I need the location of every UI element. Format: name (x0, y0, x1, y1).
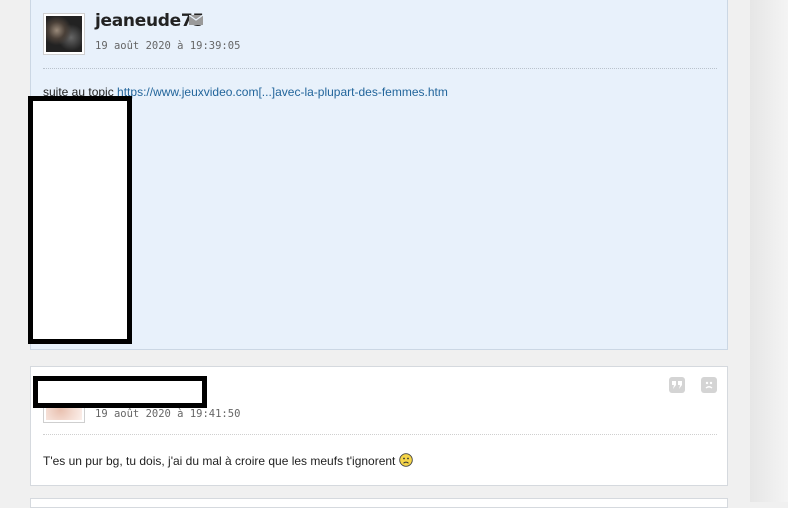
sad-smiley-icon (399, 453, 414, 467)
post-timestamp[interactable]: 19 août 2020 à 19:41:50 (95, 408, 240, 420)
report-button[interactable] (701, 377, 717, 393)
post-message: T'es un pur bg, tu dois, j'ai du mal à c… (43, 453, 414, 468)
avatar[interactable] (43, 13, 85, 55)
page-gutter (750, 0, 788, 502)
divider (43, 434, 717, 435)
mail-icon[interactable] (189, 15, 203, 25)
forum-post (30, 498, 728, 508)
quote-button[interactable] (669, 377, 685, 393)
post-timestamp[interactable]: 19 août 2020 à 19:39:05 (95, 40, 240, 52)
message-text: T'es un pur bg, tu dois, j'ai du mal à c… (43, 454, 396, 468)
redaction-box (28, 96, 132, 344)
topic-link[interactable]: https://www.jeuxvideo.com[...]avec-la-pl… (117, 85, 448, 99)
post-author[interactable]: jeaneude75 (95, 11, 204, 31)
redaction-box (33, 376, 207, 408)
forum-post: jeaneude75 19 août 2020 à 19:39:05 suite… (30, 0, 728, 350)
report-icon (705, 381, 713, 389)
quote-icon (672, 381, 682, 389)
divider (43, 68, 717, 69)
